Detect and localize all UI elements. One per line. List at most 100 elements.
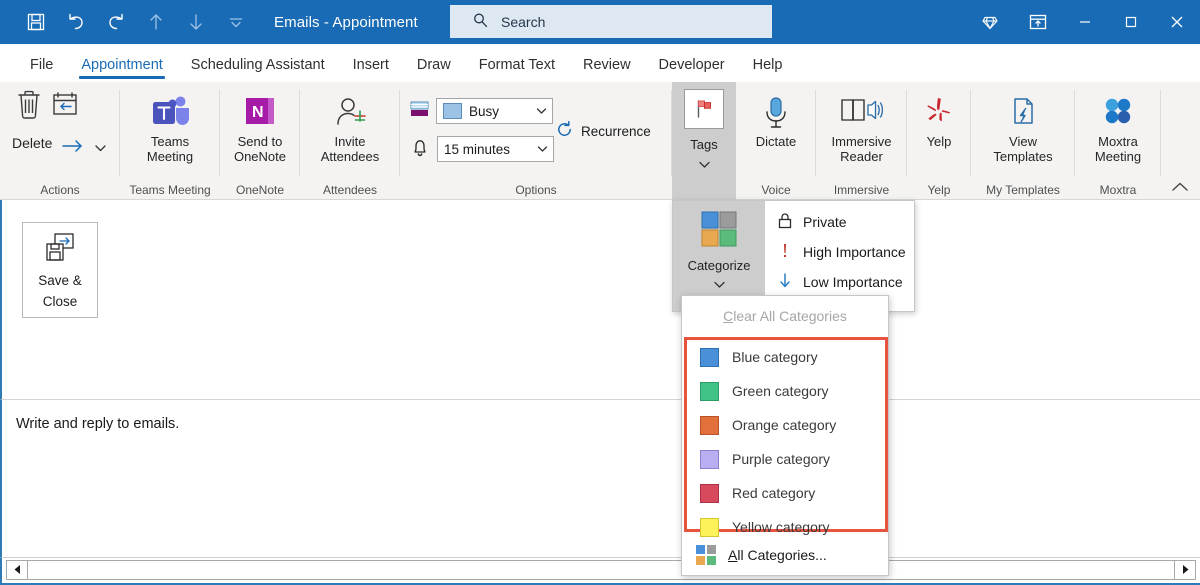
tab-scheduling-assistant[interactable]: Scheduling Assistant [177,57,339,82]
move-arrow-icon[interactable] [60,138,86,157]
ribbon-group-yelp: Yelp Yelp [907,82,971,200]
menu-item-private[interactable]: Private [765,207,914,237]
save-icon[interactable] [16,4,56,40]
reminder-value: 15 minutes [444,142,510,157]
tab-insert[interactable]: Insert [339,57,403,82]
move-dropdown-chevron-icon[interactable] [94,140,107,156]
yelp-icon [922,92,956,134]
search-input[interactable]: Search [450,5,772,38]
recurrence-icon [555,120,574,142]
flag-icon [684,89,724,129]
teams-meeting-button[interactable]: Teams Meeting [147,86,193,164]
menu-item-high-importance[interactable]: High Importance [765,237,914,267]
group-label-templates: My Templates [971,183,1075,197]
tab-help[interactable]: Help [739,57,797,82]
category-item-purple[interactable]: Purple category [687,442,885,476]
chevron-down-icon[interactable] [530,99,552,123]
tab-developer[interactable]: Developer [645,57,739,82]
dictate-button[interactable]: Dictate [756,86,796,149]
appointment-body[interactable]: Write and reply to emails. [0,399,1200,557]
ribbon-group-tags: Tags [672,82,736,200]
scroll-right-arrow-icon[interactable] [1174,560,1196,580]
chevron-down-icon[interactable] [531,137,553,161]
ribbon-group-teams-meeting: Teams Meeting Teams Meeting [120,82,220,200]
tags-button[interactable]: Tags [672,82,736,200]
menu-item-high-importance-label: High Importance [803,244,906,260]
ribbon-group-immersive: Immersive Reader Immersive [816,82,907,200]
group-label-options: Options [400,183,672,197]
customize-quick-access-toolbar-icon[interactable] [216,4,256,40]
redo-icon[interactable] [96,4,136,40]
category-item-orange-label: Orange category [732,417,836,433]
invite-attendees-label-1: Invite [334,134,365,149]
moxtra-icon [1099,92,1137,134]
category-item-red[interactable]: Red category [687,476,885,510]
group-label-moxtra: Moxtra [1075,183,1161,197]
horizontal-scrollbar[interactable] [0,557,1200,585]
group-label-immersive: Immersive [816,183,907,197]
move-to-folder-icon[interactable] [50,90,80,125]
ribbon-group-actions: Delete Actions [0,82,120,200]
scrollbar-track[interactable] [28,560,1174,580]
ribbon-group-onenote: N Send to OneNote OneNote [220,82,300,200]
scroll-left-arrow-icon[interactable] [6,560,28,580]
yellow-swatch-icon [700,518,719,537]
ribbon-tabs: File Appointment Scheduling Assistant In… [0,44,1200,82]
undo-icon[interactable] [56,4,96,40]
gem-icon[interactable] [966,0,1014,44]
search-placeholder: Search [501,14,545,30]
all-categories-item[interactable]: All Categories... [682,535,888,575]
category-item-green-label: Green category [732,383,829,399]
invite-attendees-button[interactable]: Invite Attendees [321,86,380,164]
trash-icon [12,88,46,127]
up-arrow-icon[interactable] [136,4,176,40]
moxtra-meeting-button[interactable]: Moxtra Meeting [1095,86,1141,164]
category-item-red-label: Red category [732,485,815,501]
close-button[interactable] [1154,0,1200,44]
clear-all-categories-label: Clear All Categories [723,308,847,324]
reminder-dropdown[interactable]: 15 minutes [437,136,554,162]
delete-button[interactable] [12,88,80,127]
yelp-label: Yelp [927,134,952,149]
dictate-label: Dictate [756,134,796,149]
category-item-green[interactable]: Green category [687,374,885,408]
yelp-button[interactable]: Yelp [922,86,956,149]
tab-draw[interactable]: Draw [403,57,465,82]
category-item-blue[interactable]: Blue category [687,340,885,374]
recurrence-button[interactable]: Recurrence [555,120,651,142]
save-and-close-button[interactable]: Save & Close [22,222,98,318]
send-to-onenote-button[interactable]: N Send to OneNote [234,86,286,164]
tab-appointment[interactable]: Appointment [67,57,176,82]
tab-format-text[interactable]: Format Text [465,57,569,82]
onenote-label-2: OneNote [234,149,286,164]
categorize-chevron-down-icon[interactable] [713,276,726,292]
group-label-yelp: Yelp [907,183,971,197]
ribbon-group-moxtra: Moxtra Meeting Moxtra [1075,82,1161,200]
tab-review[interactable]: Review [569,57,645,82]
moxtra-meeting-label-1: Moxtra [1098,134,1138,149]
immersive-reader-button[interactable]: Immersive Reader [832,86,892,164]
ribbon: Delete Actions [0,82,1200,200]
ribbon-display-options-icon[interactable] [1014,0,1062,44]
show-as-row: Busy [410,98,553,124]
group-label-onenote: OneNote [220,183,300,197]
tab-file[interactable]: File [16,57,67,82]
window-controls [966,0,1200,44]
menu-item-low-importance[interactable]: Low Importance [765,267,914,297]
minimize-button[interactable] [1062,0,1108,44]
show-as-dropdown[interactable]: Busy [436,98,553,124]
ribbon-group-options: Busy 15 minutes [400,82,672,200]
view-templates-label-1: View [1009,134,1037,149]
appointment-form: Save & Close Title Emails Start time Mon… [0,200,1200,399]
down-arrow-icon[interactable] [176,4,216,40]
clear-all-categories-item[interactable]: Clear All Categories [682,296,888,336]
window-title: Emails - Appointment [274,14,418,31]
view-templates-label-2: Templates [993,149,1052,164]
view-templates-button[interactable]: View Templates [993,86,1052,164]
tags-chevron-down-icon[interactable] [698,156,711,172]
immersive-reader-icon [838,92,884,134]
collapse-ribbon-chevron-up-icon[interactable] [1170,180,1190,197]
ribbon-group-my-templates: View Templates My Templates [971,82,1075,200]
category-item-orange[interactable]: Orange category [687,408,885,442]
maximize-button[interactable] [1108,0,1154,44]
